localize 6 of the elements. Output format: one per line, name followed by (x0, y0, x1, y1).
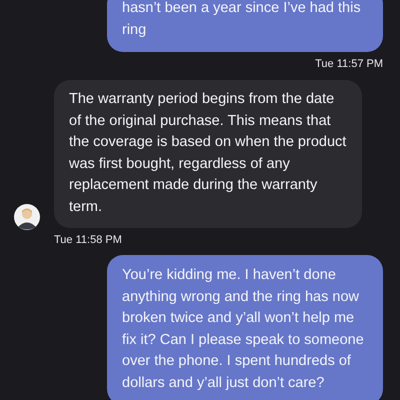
avatar-icon (14, 204, 40, 230)
message-bubble: The warranty period begins from the date of the original purchase. This means that the coverage is based on when the product was first bought, regardless of any replacement made during the warranty term. (54, 80, 362, 228)
timestamp: Tue 11:57 PM (315, 58, 383, 70)
message-bubble: You’re kidding me. I haven’t done anything wrong and the ring has now broken twice and y’all won’t help me fix it? Can I please speak to someone over the phone. I spent hundreds of dollars and y’all just don’t care? (107, 255, 383, 400)
timestamp: Tue 11:58 PM (54, 234, 122, 246)
message-bubble: hasn’t been a year since I’ve had this ring (107, 0, 383, 52)
